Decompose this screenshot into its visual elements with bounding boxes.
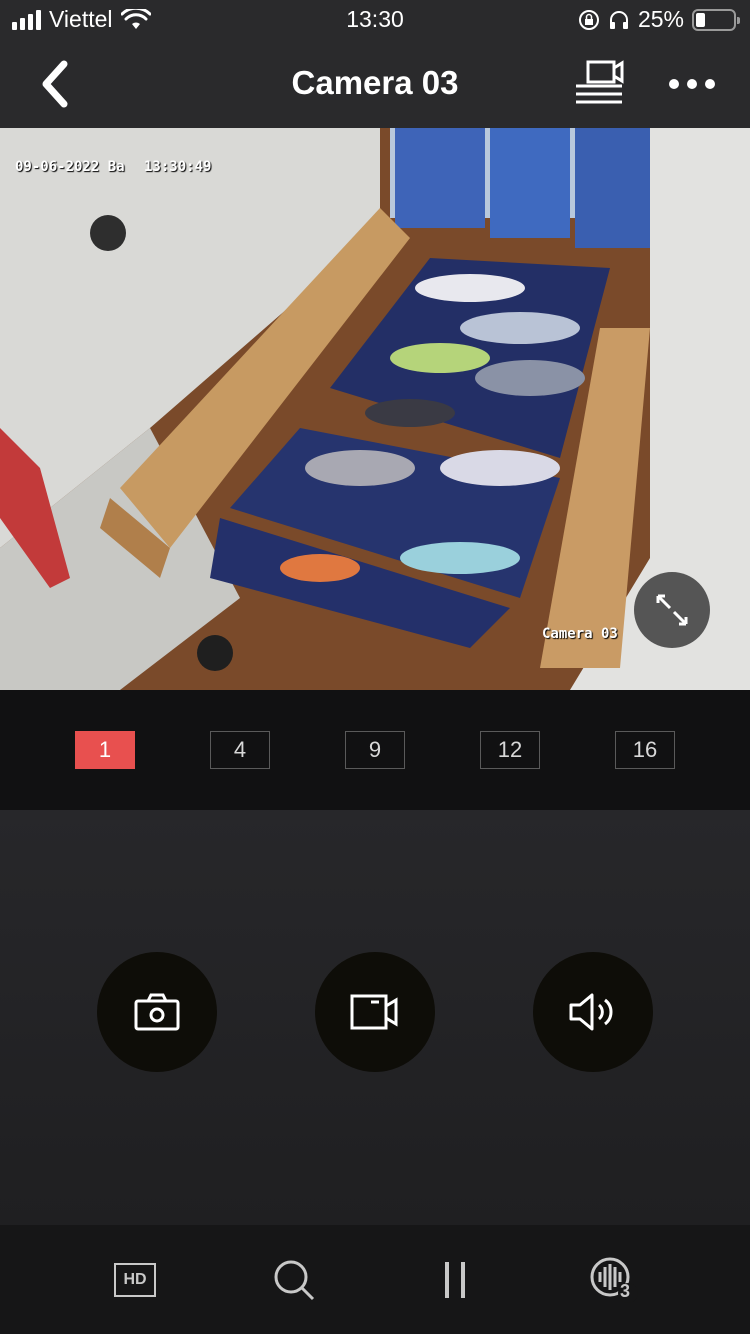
video-camera-label: Camera 03 [542,626,618,642]
split-layout-selector: 1 4 9 12 16 [0,690,750,810]
page-title: Camera 03 [291,64,459,101]
fullscreen-button[interactable] [634,572,710,648]
status-bar: Viettel 13:30 25% [0,0,750,40]
camera-icon [134,993,180,1031]
speaker-icon [569,993,613,1031]
hd-icon: HD [114,1263,156,1297]
snapshot-button[interactable] [97,952,217,1072]
status-bar-right: 25% [578,6,740,33]
camera-live-feed[interactable]: 09-06-2022 Ba 13:30:49 Camera 03 [0,128,750,690]
split-12-button[interactable]: 12 [480,731,540,769]
more-dots-icon [669,79,715,89]
voice-channel-badge: 3 [620,1281,631,1301]
orientation-lock-icon [578,9,599,30]
split-16-button[interactable]: 16 [615,731,675,769]
split-9-button[interactable]: 9 [345,731,405,769]
headphones-icon [609,10,628,29]
video-timestamp-date: 09-06-2022 Ba [15,159,125,175]
zoom-button[interactable] [264,1255,324,1305]
screen-cast-icon [576,60,624,104]
pause-button[interactable] [425,1255,485,1305]
talk-button[interactable]: 3 [584,1255,644,1305]
expand-icon [656,594,688,626]
audio-button[interactable] [533,952,653,1072]
magnifier-icon [274,1260,315,1301]
battery-icon [692,8,740,31]
video-timestamp-time: 13:30:49 [144,159,212,175]
bottom-toolbar: HD 3 [0,1225,750,1334]
hd-quality-button[interactable]: HD [105,1255,165,1305]
hd-label: HD [123,1271,147,1288]
split-1-button[interactable]: 1 [75,731,135,769]
split-4-button[interactable]: 4 [210,731,270,769]
controls-panel [0,810,750,1225]
pause-icon [445,1262,465,1298]
more-options-button[interactable] [664,64,720,104]
record-button[interactable] [315,952,435,1072]
battery-percent: 25% [637,6,684,32]
voice-waveform-icon [590,1257,638,1303]
screen-mode-button[interactable] [570,56,630,112]
video-record-icon [350,994,398,1030]
nav-bar: Camera 03 [0,40,750,128]
